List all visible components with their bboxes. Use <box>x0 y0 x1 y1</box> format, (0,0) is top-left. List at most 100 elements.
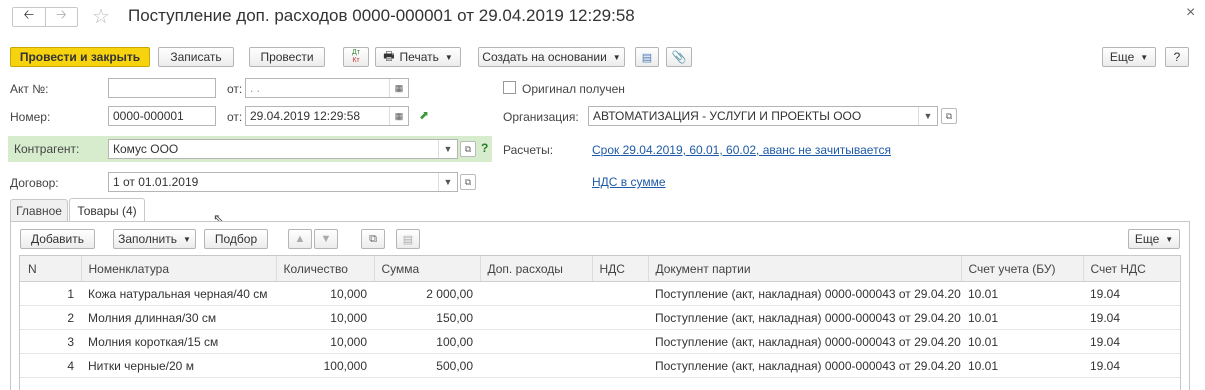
nomenclature-cell[interactable]: Молния короткая/15 см <box>81 329 276 354</box>
quantity-cell[interactable]: 100,000 <box>276 353 374 378</box>
vat-account-cell[interactable]: 19.04 <box>1083 329 1180 354</box>
chevron-down-icon[interactable]: ▼ <box>438 140 457 158</box>
create-based-label: Создать на основании <box>482 50 607 64</box>
move-up-button[interactable]: ▲ <box>288 229 312 249</box>
create-based-on-button[interactable]: Создать на основании ▼ <box>478 47 625 67</box>
open-organization-icon[interactable]: ⧉ <box>941 108 957 124</box>
sum-cell[interactable]: 2 000,00 <box>374 281 480 306</box>
add-row-button[interactable]: Добавить <box>20 229 95 249</box>
favorite-star-icon[interactable]: ☆ <box>92 4 110 29</box>
sum-cell[interactable]: 500,00 <box>374 353 480 378</box>
chevron-down-icon: ▼ <box>1140 52 1149 62</box>
vat-account-cell[interactable]: 19.04 <box>1083 305 1180 330</box>
date-input[interactable]: 29.04.2019 12:29:58 ▦ <box>245 106 409 126</box>
post-status-icon: ⬈ <box>419 108 430 122</box>
batch-document-cell[interactable]: Поступление (акт, накладная) 0000-000043… <box>648 329 961 354</box>
post-button[interactable]: Провести <box>249 47 325 67</box>
nomenclature-cell[interactable]: Кожа натуральная черная/40 см <box>81 281 276 306</box>
column-header[interactable]: N <box>20 256 82 282</box>
copy-row-button[interactable]: ⧉ <box>361 229 385 249</box>
vat-cell[interactable] <box>592 305 648 330</box>
number-input[interactable]: 0000-000001 <box>108 106 216 126</box>
vat-cell[interactable] <box>592 281 648 306</box>
account-cell[interactable]: 10.01 <box>961 281 1083 306</box>
column-header[interactable]: Доп. расходы <box>480 256 593 282</box>
window-title: Поступление доп. расходов 0000-000001 от… <box>128 6 635 25</box>
select-button[interactable]: Подбор <box>204 229 268 249</box>
nomenclature-cell[interactable]: Нитки черные/20 м <box>81 353 276 378</box>
batch-document-cell[interactable]: Поступление (акт, накладная) 0000-000043… <box>648 305 961 330</box>
table-header-row: N Номенклатура Количество Сумма Доп. рас… <box>20 256 1180 282</box>
open-contract-icon[interactable]: ⧉ <box>460 174 476 190</box>
batch-document-cell[interactable]: Поступление (акт, накладная) 0000-000043… <box>648 281 961 306</box>
dt-kt-button[interactable]: Дт Кт <box>343 47 369 67</box>
sum-cell[interactable]: 150,00 <box>374 305 480 330</box>
column-header[interactable]: Номенклатура <box>81 256 277 282</box>
quantity-cell[interactable]: 10,000 <box>276 329 374 354</box>
extra-costs-cell[interactable] <box>480 329 592 354</box>
table-more-button[interactable]: Еще ▼ <box>1128 229 1180 249</box>
extra-costs-cell[interactable] <box>480 305 592 330</box>
vat-cell[interactable] <box>592 329 648 354</box>
attach-button[interactable]: 📎 <box>666 47 692 67</box>
date-value: 29.04.2019 12:29:58 <box>250 109 361 123</box>
print-label: Печать <box>399 50 439 64</box>
nomenclature-cell[interactable]: Молния длинная/30 см <box>81 305 276 330</box>
contractor-input[interactable]: Комус ООО ▼ <box>108 139 458 159</box>
print-button[interactable]: 🖶 Печать ▼ <box>375 47 461 67</box>
payments-link[interactable]: Срок 29.04.2019, 60.01, 60.02, аванс не … <box>592 143 891 157</box>
save-button[interactable]: Записать <box>158 47 234 67</box>
open-contractor-icon[interactable]: ⧉ <box>460 141 476 157</box>
close-icon[interactable]: × <box>1186 4 1195 22</box>
act-number-input[interactable] <box>108 78 216 98</box>
vat-account-cell[interactable]: 19.04 <box>1083 353 1180 378</box>
vat-in-sum-link[interactable]: НДС в сумме <box>592 175 666 189</box>
quantity-cell[interactable]: 10,000 <box>276 281 374 306</box>
table-row[interactable]: 1 Кожа натуральная черная/40 см 10,000 2… <box>20 281 1180 306</box>
column-header[interactable]: Количество <box>276 256 375 282</box>
quantity-cell[interactable]: 10,000 <box>276 305 374 330</box>
column-header[interactable]: Документ партии <box>648 256 962 282</box>
forward-icon[interactable]: 🡢 <box>46 7 78 26</box>
column-header[interactable]: НДС <box>592 256 649 282</box>
table-row[interactable]: 4 Нитки черные/20 м 100,000 500,00 Посту… <box>20 353 1180 378</box>
vat-cell[interactable] <box>592 353 648 378</box>
vat-account-cell[interactable]: 19.04 <box>1083 281 1180 306</box>
fill-button[interactable]: Заполнить ▼ <box>113 229 196 249</box>
contractor-help-icon[interactable]: ? <box>481 141 488 155</box>
organization-input[interactable]: АВТОМАТИЗАЦИЯ - УСЛУГИ И ПРОЕКТЫ ООО ▼ <box>588 106 938 126</box>
calendar-icon[interactable]: ▦ <box>389 107 408 125</box>
sum-cell[interactable]: 100,00 <box>374 329 480 354</box>
account-cell[interactable]: 10.01 <box>961 305 1083 330</box>
act-date-label: от: <box>227 82 243 96</box>
more-button[interactable]: Еще ▼ <box>1102 47 1156 67</box>
move-down-button[interactable]: ▼ <box>314 229 338 249</box>
contract-input[interactable]: 1 от 01.01.2019 ▼ <box>108 172 458 192</box>
account-cell[interactable]: 10.01 <box>961 329 1083 354</box>
table-row[interactable]: 2 Молния длинная/30 см 10,000 150,00 Пос… <box>20 305 1180 330</box>
calendar-icon[interactable]: ▦ <box>389 79 408 97</box>
extra-costs-cell[interactable] <box>480 281 592 306</box>
column-header[interactable]: Счет учета (БУ) <box>961 256 1084 282</box>
chevron-down-icon[interactable]: ▼ <box>438 173 457 191</box>
extra-costs-cell[interactable] <box>480 353 592 378</box>
tab-goods[interactable]: Товары (4) <box>69 198 145 222</box>
goods-table: N Номенклатура Количество Сумма Доп. рас… <box>20 256 1180 378</box>
post-and-close-button[interactable]: Провести и закрыть <box>10 47 150 67</box>
chevron-down-icon[interactable]: ▼ <box>918 107 937 125</box>
table-row[interactable]: 3 Молния короткая/15 см 10,000 100,00 По… <box>20 329 1180 354</box>
act-date-input[interactable]: . . ▦ <box>245 78 409 98</box>
paste-row-button[interactable]: ▤ <box>396 229 420 249</box>
batch-document-cell[interactable]: Поступление (акт, накладная) 0000-000043… <box>648 353 961 378</box>
table-more-label: Еще <box>1134 232 1160 246</box>
column-header[interactable]: Счет НДС <box>1083 256 1180 282</box>
original-received-checkbox[interactable] <box>503 81 516 94</box>
column-header[interactable]: Сумма <box>374 256 481 282</box>
row-number: 2 <box>20 305 81 330</box>
back-icon[interactable]: 🡠 <box>13 7 46 26</box>
structure-button[interactable]: ▤ <box>635 47 659 67</box>
contract-label: Договор: <box>10 176 59 190</box>
tab-main[interactable]: Главное <box>10 199 68 221</box>
help-button[interactable]: ? <box>1165 47 1189 67</box>
account-cell[interactable]: 10.01 <box>961 353 1083 378</box>
